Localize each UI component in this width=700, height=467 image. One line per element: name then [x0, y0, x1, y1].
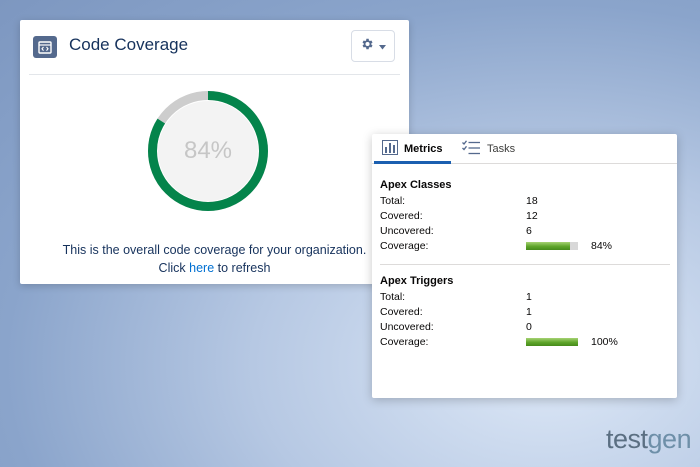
total-label: Total:: [380, 291, 406, 303]
coverage-label: Coverage:: [380, 336, 429, 348]
apex-classes-covered-row: Covered: 12: [380, 210, 670, 225]
coverage-label: Coverage:: [380, 240, 429, 252]
logo-part-test: test: [606, 424, 648, 454]
uncovered-value: 0: [526, 321, 532, 333]
refresh-link[interactable]: here: [189, 261, 214, 275]
covered-label: Covered:: [380, 210, 423, 222]
covered-value: 1: [526, 306, 532, 318]
card-header: Code Coverage: [20, 20, 409, 74]
chevron-down-icon: [379, 37, 386, 55]
tab-tasks[interactable]: Tasks: [462, 134, 515, 164]
testgen-logo: testgen: [606, 424, 692, 455]
metrics-panel: Metrics Tasks Apex Classes Total: 18 Cov…: [372, 134, 677, 398]
gear-icon: [360, 37, 374, 56]
apex-classes-title: Apex Classes: [380, 179, 452, 191]
card-title: Code Coverage: [69, 35, 189, 54]
coverage-description: This is the overall code coverage for yo…: [20, 241, 409, 277]
tab-tasks-label: Tasks: [487, 143, 516, 155]
header-divider: [29, 74, 400, 75]
settings-menu-button[interactable]: [351, 30, 395, 62]
uncovered-value: 6: [526, 225, 532, 237]
coverage-progress-bar: [526, 338, 578, 346]
apex-triggers-title: Apex Triggers: [380, 275, 454, 287]
logo-part-gen: gen: [647, 424, 692, 454]
uncovered-label: Uncovered:: [380, 321, 434, 333]
apex-classes-total-row: Total: 18: [380, 195, 670, 210]
tab-metrics-label: Metrics: [404, 143, 443, 155]
apex-triggers-uncovered-row: Uncovered: 0: [380, 321, 670, 336]
code-coverage-card: Code Coverage 84% This is the overall co…: [20, 20, 409, 284]
coverage-progress-fill: [526, 242, 570, 250]
active-tab-indicator: [374, 161, 451, 164]
refresh-prefix: Click: [158, 261, 186, 275]
total-label: Total:: [380, 195, 406, 207]
tab-bar: Metrics Tasks: [372, 134, 677, 164]
section-divider: [380, 264, 670, 265]
coverage-percent: 84%: [591, 240, 613, 252]
coverage-percent: 100%: [591, 336, 618, 348]
refresh-line: Click here to refresh: [20, 259, 409, 277]
covered-value: 12: [526, 210, 538, 222]
uncovered-label: Uncovered:: [380, 225, 434, 237]
apex-triggers-total-row: Total: 1: [380, 291, 670, 306]
task-list-icon: [462, 140, 481, 158]
covered-label: Covered:: [380, 306, 423, 318]
bar-chart-icon: [382, 140, 398, 158]
refresh-suffix: to refresh: [217, 261, 271, 275]
apex-triggers-covered-row: Covered: 1: [380, 306, 670, 321]
tab-metrics[interactable]: Metrics: [382, 134, 443, 164]
coverage-progress-fill: [526, 338, 578, 346]
total-value: 1: [526, 291, 532, 303]
total-value: 18: [526, 195, 538, 207]
apex-classes-uncovered-row: Uncovered: 6: [380, 225, 670, 240]
code-window-icon: [33, 36, 57, 58]
description-text: This is the overall code coverage for yo…: [62, 243, 367, 257]
apex-classes-coverage-row: Coverage: 84%: [380, 240, 670, 255]
coverage-percent-label: 84%: [183, 137, 233, 164]
apex-triggers-coverage-row: Coverage: 100%: [380, 336, 670, 351]
coverage-progress-bar: [526, 242, 578, 250]
